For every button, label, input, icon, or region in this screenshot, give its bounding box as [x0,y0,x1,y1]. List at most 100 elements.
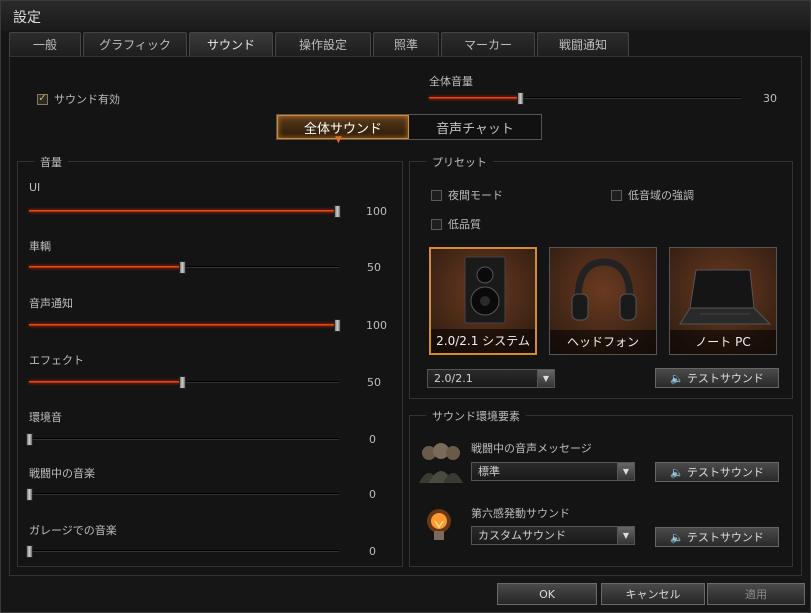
night-mode-label: 夜間モード [448,189,503,202]
voice-notifications-volume-fill [29,324,337,326]
ambient-volume-track [29,438,339,440]
slider-label-effects: エフェクト [29,354,84,367]
device-preset-dropdown[interactable]: 2.0/2.1 ▼ [427,369,555,388]
title-bar: 設定 [1,1,810,31]
low-quality-box[interactable] [431,218,442,230]
bass-boost-box[interactable] [611,189,622,201]
ui-volume-thumb[interactable] [334,205,341,218]
tab-bar: 一般 グラフィック サウンド 操作設定 照準 マーカー 戦闘通知 [9,32,629,56]
garage-music-volume-slider[interactable] [26,545,339,558]
voice-notifications-volume-thumb[interactable] [334,319,341,332]
device-preset-value: 2.0/2.1 [434,372,473,385]
slider-label-voice-notifications: 音声通知 [29,297,73,310]
tab-graphics[interactable]: グラフィック [83,32,187,56]
battle-music-volume-thumb[interactable] [26,488,33,501]
master-volume-fill [429,97,520,99]
chevron-down-icon[interactable]: ▼ [537,370,554,387]
sound-enabled-checkbox[interactable]: サウンド有効 [37,91,120,107]
ui-volume-value: 100 [366,205,387,218]
lightbulb-icon [427,509,451,540]
tab-general[interactable]: 一般 [9,32,81,56]
sixth-sense-dropdown[interactable]: カスタムサウンド ▼ [471,526,635,545]
tab-battle-notifications[interactable]: 戦闘通知 [537,32,629,56]
ambient-volume-value: 0 [369,433,376,446]
bass-boost-label: 低音域の強調 [628,189,694,202]
tab-sound[interactable]: サウンド [189,32,273,56]
slider-label-ui: UI [29,181,41,194]
headphones-icon [571,258,637,321]
sixth-sense-label: 第六感発動サウンド [471,507,570,520]
ambient-volume-thumb[interactable] [26,433,33,446]
night-mode-box[interactable] [431,189,442,201]
voice-notifications-volume-value: 100 [366,319,387,332]
sound-enabled-label: サウンド有効 [54,93,120,106]
slider-label-battle-music: 戦闘中の音楽 [29,467,95,480]
device-label-headphones: ヘッドフォン [550,330,656,354]
sound-environment-title: サウンド環境要素 [426,408,526,424]
speaker-small-icon: 🔈 [670,465,684,479]
master-volume-label: 全体音量 [429,75,473,88]
vehicles-volume-thumb[interactable] [179,261,186,274]
tab-markers[interactable]: マーカー [441,32,535,56]
chevron-down-icon[interactable]: ▼ [617,463,634,480]
window-title: 設定 [13,10,41,26]
battle-music-volume-value: 0 [369,488,376,501]
voice-test-sound-button[interactable]: 🔈 テストサウンド [655,462,779,482]
selected-caret-icon: ▼ [335,135,342,145]
ok-button[interactable]: OK [497,583,597,605]
speaker-icon [464,256,506,324]
sixth-sense-value: カスタムサウンド [478,529,566,542]
effects-volume-slider[interactable] [29,376,339,389]
speaker-small-icon: 🔈 [670,371,684,385]
chevron-down-icon[interactable]: ▼ [617,527,634,544]
voice-messages-label: 戦闘中の音声メッセージ [471,442,592,455]
garage-music-volume-thumb[interactable] [26,545,33,558]
garage-music-volume-value: 0 [369,545,376,558]
device-card-headphones[interactable]: ヘッドフォン [549,247,657,355]
sixth-sense-test-sound-button[interactable]: 🔈 テストサウンド [655,527,779,547]
master-volume-value: 30 [763,92,777,105]
battle-music-volume-slider[interactable] [26,488,339,501]
settings-window: 設定 一般 グラフィック サウンド 操作設定 照準 マーカー 戦闘通知 サウンド… [0,0,811,613]
apply-button[interactable]: 適用 [707,583,805,605]
sound-enabled-box[interactable] [37,93,48,105]
voice-test-sound-label: テストサウンド [686,466,764,479]
speaker-small-icon: 🔈 [670,530,684,544]
mode-general-sound[interactable]: 全体サウンド [277,115,409,139]
garage-music-volume-track [29,550,339,552]
night-mode-checkbox[interactable]: 夜間モード [431,187,503,203]
crew-icon [419,443,463,483]
device-label-laptop: ノート PC [670,330,776,354]
master-volume-thumb[interactable] [517,92,524,105]
laptop-icon [679,269,772,325]
low-quality-label: 低品質 [448,218,481,231]
voice-messages-value: 標準 [478,465,500,478]
device-card-laptop[interactable]: ノート PC [669,247,777,355]
vehicles-volume-fill [29,266,182,268]
preset-test-sound-label: テストサウンド [686,372,764,385]
cancel-button[interactable]: キャンセル [601,583,705,605]
preset-group-title: プリセット [426,154,493,170]
bass-boost-checkbox[interactable]: 低音域の強調 [611,187,694,203]
slider-label-garage-music: ガレージでの音楽 [29,524,117,537]
tab-controls[interactable]: 操作設定 [275,32,371,56]
voice-notifications-volume-slider[interactable] [29,319,341,332]
slider-label-ambient: 環境音 [29,411,62,424]
vehicles-volume-slider[interactable] [29,261,339,274]
effects-volume-thumb[interactable] [179,376,186,389]
voice-messages-dropdown[interactable]: 標準 ▼ [471,462,635,481]
ui-volume-fill [29,210,337,212]
low-quality-checkbox[interactable]: 低品質 [431,216,481,232]
sound-mode-switch: 全体サウンド 音声チャット [276,114,542,140]
master-volume-slider[interactable] [429,92,741,105]
preset-test-sound-button[interactable]: 🔈 テストサウンド [655,368,779,388]
device-card-speakers[interactable]: 2.0/2.1 システム [429,247,537,355]
ambient-volume-slider[interactable] [26,433,339,446]
ui-volume-slider[interactable] [29,205,341,218]
effects-volume-value: 50 [367,376,381,389]
mode-voice-chat[interactable]: 音声チャット [409,115,541,139]
vehicles-volume-value: 50 [367,261,381,274]
tab-aim[interactable]: 照準 [373,32,439,56]
device-label-speakers: 2.0/2.1 システム [431,329,535,353]
sixth-sense-test-sound-label: テストサウンド [686,531,764,544]
